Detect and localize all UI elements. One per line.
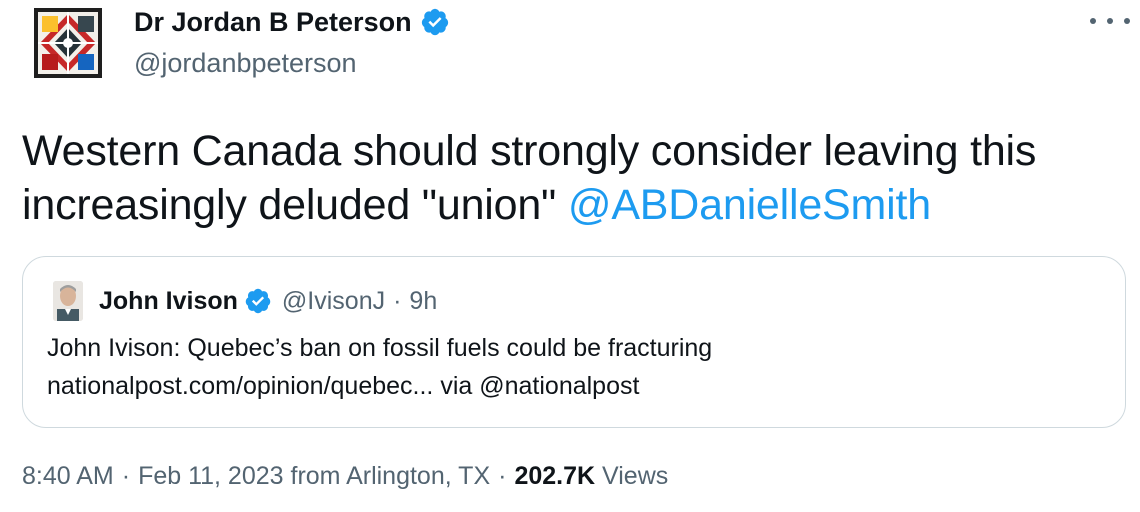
- more-options-icon: [1090, 18, 1096, 24]
- quoted-text-line-1: John Ivison: Quebec’s ban on fossil fuel…: [47, 334, 713, 362]
- tweet-location: from Arlington, TX: [290, 462, 491, 490]
- quoted-verified-badge-icon: [245, 288, 271, 314]
- quoted-author-name[interactable]: John Ivison: [99, 287, 238, 316]
- quoted-separator: ·: [393, 286, 402, 315]
- author-avatar[interactable]: [34, 8, 102, 78]
- author-name-row: Dr Jordan B Peterson: [134, 4, 450, 40]
- views-count[interactable]: 202.7K: [514, 462, 595, 490]
- author-info: Dr Jordan B Peterson @jordanbpeterson: [134, 4, 450, 79]
- author-display-name[interactable]: Dr Jordan B Peterson: [134, 7, 412, 38]
- tweet-text: Western Canada should strongly consider …: [22, 124, 1132, 232]
- quoted-author-avatar[interactable]: [53, 281, 83, 321]
- tweet-metadata: 8:40 AM · Feb 11, 2023 from Arlington, TX ·…: [22, 462, 668, 491]
- tweet-time[interactable]: 8:40 AM: [22, 462, 114, 490]
- quoted-avatar-image: [53, 281, 83, 321]
- meta-separator-2: ·: [498, 462, 507, 490]
- quoted-author-handle[interactable]: @IvisonJ: [282, 287, 385, 316]
- more-options-icon-dot: [1124, 18, 1130, 24]
- author-handle[interactable]: @jordanbpeterson: [134, 48, 450, 79]
- avatar-image: [34, 8, 102, 78]
- quoted-tweet-header: John Ivison @IvisonJ · 9h: [53, 281, 437, 321]
- tweet-date[interactable]: Feb 11, 2023: [138, 462, 283, 490]
- tweet-card: Dr Jordan B Peterson @jordanbpeterson We…: [0, 0, 1140, 512]
- meta-separator: ·: [121, 462, 131, 490]
- views-label: Views: [602, 462, 669, 490]
- quoted-tweet[interactable]: John Ivison @IvisonJ · 9h John Ivison: Q…: [22, 256, 1126, 428]
- mention-link[interactable]: @ABDanielleSmith: [568, 181, 931, 229]
- more-options-icon-dot: [1107, 18, 1113, 24]
- more-options-button[interactable]: [1090, 10, 1130, 32]
- quoted-timestamp[interactable]: 9h: [409, 287, 437, 316]
- quoted-text-line-2: nationalpost.com/opinion/quebec... via @…: [47, 372, 640, 400]
- verified-badge-icon: [421, 8, 448, 36]
- quoted-tweet-body: John Ivison: Quebec’s ban on fossil fuel…: [47, 329, 1107, 405]
